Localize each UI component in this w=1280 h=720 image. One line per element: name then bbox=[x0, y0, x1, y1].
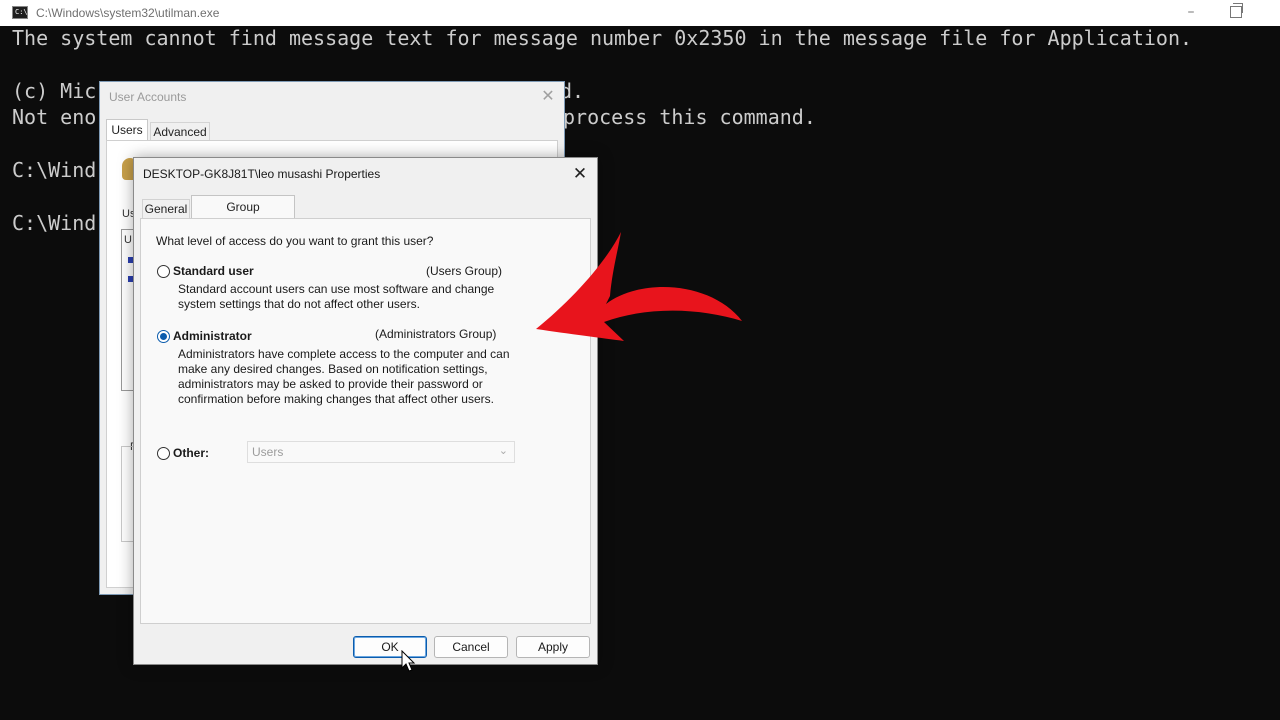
red-arrow-annotation bbox=[536, 232, 742, 341]
pointer-cursor-icon bbox=[401, 650, 416, 672]
red-arrow-annotation bbox=[536, 232, 742, 341]
